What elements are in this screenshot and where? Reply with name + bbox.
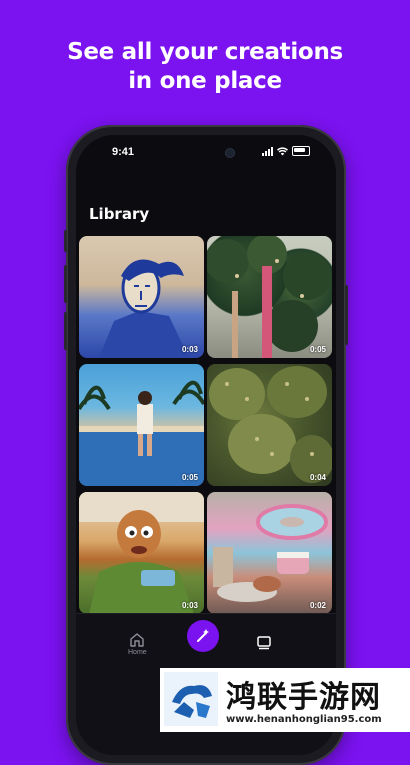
create-button[interactable] xyxy=(187,620,219,652)
status-bar: 9:41 xyxy=(76,135,336,171)
watermark-title: 鸿联手游网 xyxy=(226,680,381,715)
duration-label: 0:04 xyxy=(309,473,326,482)
gallery-icon xyxy=(257,636,271,650)
watermark-banner: 鸿联手游网 www.henanhonglian95.com xyxy=(160,668,410,732)
home-icon xyxy=(130,633,145,647)
magic-wand-icon xyxy=(197,629,209,642)
duration-label: 0:05 xyxy=(181,473,198,482)
phone-side-button xyxy=(64,230,67,252)
portrait-artwork xyxy=(99,259,189,358)
duration-label: 0:05 xyxy=(309,345,326,354)
duration-label: 0:03 xyxy=(181,345,198,354)
phone-volume-down-button xyxy=(64,312,67,350)
headline-line-2: in one place xyxy=(128,68,282,94)
tab-home[interactable]: Home xyxy=(128,632,147,656)
duration-label: 0:02 xyxy=(309,601,326,610)
library-item-pool[interactable]: 0:05 xyxy=(79,364,204,486)
library-item-cactus[interactable]: 0:04 xyxy=(207,364,332,486)
library-item-cake[interactable]: 0:02 xyxy=(207,492,332,614)
cactus-artwork xyxy=(209,366,332,483)
phone-volume-up-button xyxy=(64,265,67,303)
library-title: Library xyxy=(89,205,150,223)
phone-power-button xyxy=(345,285,348,345)
pool-artwork xyxy=(79,380,204,486)
watermark-url: www.henanhonglian95.com xyxy=(226,714,382,725)
puppet-artwork xyxy=(79,492,204,614)
watermark-logo xyxy=(164,672,218,726)
headline-line-1: See all your creations xyxy=(67,39,343,65)
status-icons xyxy=(262,146,310,156)
duration-label: 0:03 xyxy=(181,601,198,610)
wifi-icon xyxy=(277,146,288,155)
library-item-portrait[interactable]: 0:03 xyxy=(79,236,204,358)
library-item-trees[interactable]: 0:05 xyxy=(207,236,332,358)
library-item-puppet[interactable]: 0:03 xyxy=(79,492,204,614)
trees-artwork xyxy=(207,236,331,358)
signal-icon xyxy=(262,146,273,156)
tab-gallery[interactable] xyxy=(256,636,272,655)
cake-artwork xyxy=(213,504,328,602)
front-camera xyxy=(226,149,234,157)
tab-home-label: Home xyxy=(128,649,147,656)
status-time: 9:41 xyxy=(112,146,135,158)
battery-icon xyxy=(292,146,310,156)
headline: See all your creations in one place xyxy=(0,38,410,96)
app-screen: 9:41 Library 0:03 0:05 0:05 0:04 0:03 0:… xyxy=(76,135,336,755)
